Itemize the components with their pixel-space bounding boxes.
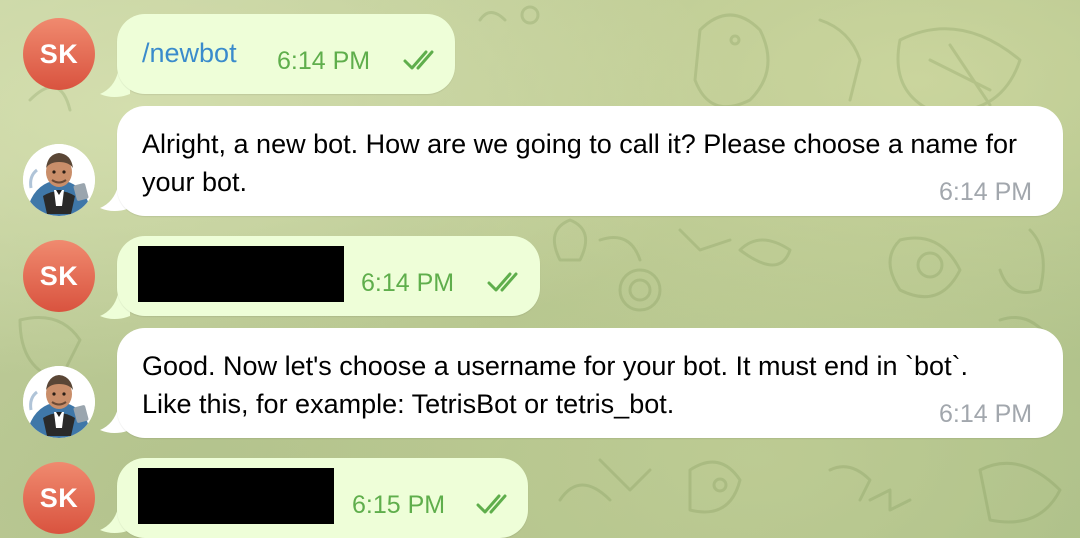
message-time: 6:14 PM — [277, 47, 371, 75]
message-time: 6:14 PM — [361, 269, 455, 297]
bot-avatar-image — [23, 144, 95, 216]
double-check-icon — [487, 272, 518, 292]
message-row: Alright, a new bot. How are we going to … — [0, 106, 1080, 216]
message-time: 6:14 PM — [939, 178, 1033, 206]
bot-command-link[interactable]: /newbot — [142, 34, 237, 72]
message-bubble[interactable]: 6:15 PM — [117, 458, 528, 538]
bot-avatar-icon[interactable] — [23, 366, 95, 438]
message-text: Alright, a new bot. How are we going to … — [142, 129, 1025, 197]
avatar[interactable]: SK — [23, 240, 95, 312]
message-row: SK /newbot 6:14 PM — [0, 14, 1080, 97]
avatar[interactable]: SK — [23, 462, 95, 534]
avatar-initials: SK — [39, 260, 79, 291]
avatar-initials: SK — [39, 482, 79, 513]
bot-avatar-icon[interactable] — [23, 144, 95, 216]
message-time: 6:15 PM — [352, 491, 446, 519]
message-row: SK 6:15 PM — [0, 458, 1080, 538]
avatar-initials: SK — [39, 38, 79, 69]
message-bubble[interactable]: Alright, a new bot. How are we going to … — [117, 106, 1063, 216]
message-bubble[interactable]: 6:14 PM — [117, 236, 540, 316]
bot-avatar-image — [23, 366, 95, 438]
message-bubble[interactable]: /newbot 6:14 PM — [117, 14, 455, 94]
message-row: SK 6:14 PM — [0, 236, 1080, 319]
message-row: Good. Now let's choose a username for yo… — [0, 328, 1080, 438]
redacted-text-block — [138, 468, 334, 524]
redacted-text-block — [138, 246, 344, 302]
double-check-icon — [476, 494, 507, 514]
message-time: 6:14 PM — [939, 400, 1033, 428]
message-bubble[interactable]: Good. Now let's choose a username for yo… — [117, 328, 1063, 438]
avatar[interactable]: SK — [23, 18, 95, 90]
message-text: Good. Now let's choose a username for yo… — [142, 351, 976, 419]
double-check-icon — [403, 50, 434, 70]
